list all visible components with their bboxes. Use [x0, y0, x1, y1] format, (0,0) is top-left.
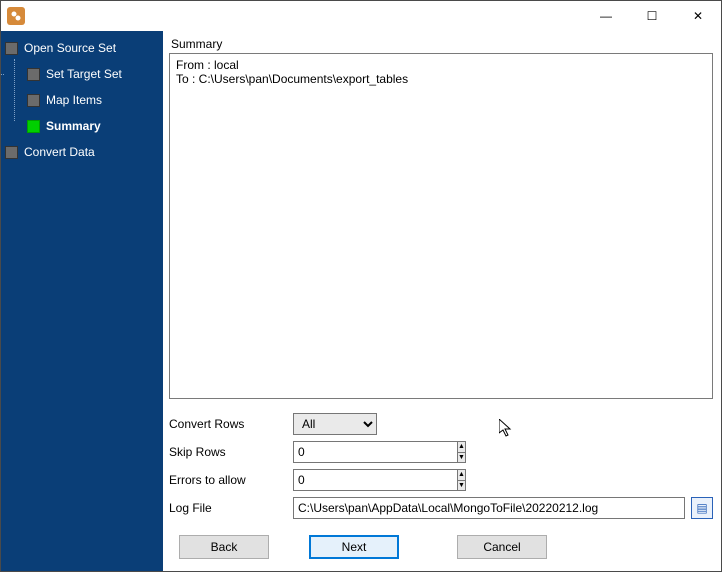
- titlebar: — ☐ ✕: [1, 1, 721, 31]
- step-label: Set Target Set: [46, 67, 122, 81]
- spin-up-icon[interactable]: ▲: [458, 442, 465, 453]
- summary-textarea[interactable]: From : local To : C:\Users\pan\Documents…: [169, 53, 713, 399]
- cancel-button[interactable]: Cancel: [457, 535, 547, 559]
- options-form: Convert Rows All Skip Rows ▲▼ Errors to …: [169, 413, 713, 525]
- spinner-buttons[interactable]: ▲▼: [457, 441, 466, 463]
- back-button[interactable]: Back: [179, 535, 269, 559]
- browse-log-button[interactable]: ▤: [691, 497, 713, 519]
- document-icon: ▤: [696, 501, 707, 515]
- convert-rows-select[interactable]: All: [293, 413, 377, 435]
- step-icon: [27, 68, 40, 81]
- skip-rows-spinner[interactable]: ▲▼: [293, 441, 377, 463]
- main-panel: Summary From : local To : C:\Users\pan\D…: [163, 31, 721, 571]
- app-icon: [7, 7, 25, 25]
- log-file-input[interactable]: [293, 497, 685, 519]
- spin-down-icon[interactable]: ▼: [458, 481, 465, 491]
- skip-rows-input[interactable]: [293, 441, 457, 463]
- wizard-footer: Back Next Cancel: [169, 525, 713, 561]
- step-label: Map Items: [46, 93, 102, 107]
- step-label: Summary: [46, 119, 101, 133]
- step-open-source-set[interactable]: Open Source Set: [5, 39, 163, 57]
- skip-rows-label: Skip Rows: [169, 445, 293, 459]
- step-icon: [5, 42, 18, 55]
- spinner-buttons[interactable]: ▲▼: [457, 469, 466, 491]
- errors-allow-input[interactable]: [293, 469, 457, 491]
- step-summary[interactable]: Summary: [27, 117, 163, 135]
- next-button[interactable]: Next: [309, 535, 399, 559]
- errors-allow-spinner[interactable]: ▲▼: [293, 469, 377, 491]
- step-icon: [27, 94, 40, 107]
- step-set-target-set[interactable]: Set Target Set: [27, 65, 163, 83]
- step-label: Open Source Set: [24, 41, 116, 55]
- wizard-window: — ☐ ✕ Open Source Set Set Target Set: [0, 0, 722, 572]
- spin-up-icon[interactable]: ▲: [458, 470, 465, 481]
- minimize-button[interactable]: —: [583, 1, 629, 31]
- spin-down-icon[interactable]: ▼: [458, 453, 465, 463]
- maximize-button[interactable]: ☐: [629, 1, 675, 31]
- log-file-label: Log File: [169, 501, 293, 515]
- errors-allow-label: Errors to allow: [169, 473, 293, 487]
- step-convert-data[interactable]: Convert Data: [5, 143, 163, 161]
- step-icon: [27, 120, 40, 133]
- wizard-steps-sidebar: Open Source Set Set Target Set Map Items: [1, 31, 163, 571]
- close-button[interactable]: ✕: [675, 1, 721, 31]
- step-map-items[interactable]: Map Items: [27, 91, 163, 109]
- step-icon: [5, 146, 18, 159]
- step-label: Convert Data: [24, 145, 95, 159]
- summary-heading: Summary: [171, 37, 713, 51]
- convert-rows-label: Convert Rows: [169, 417, 293, 431]
